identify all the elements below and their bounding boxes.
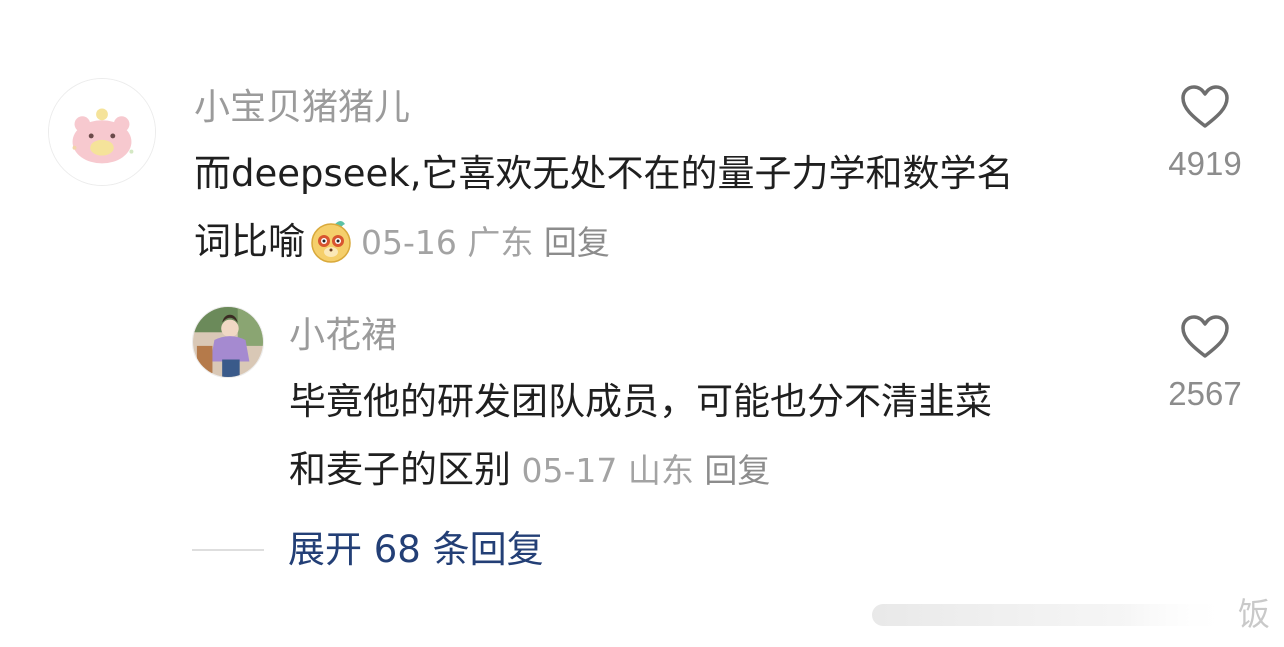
comment-location: 广东 [467, 223, 534, 262]
username[interactable]: 小花裙 [289, 314, 397, 358]
meta-separator [511, 451, 522, 490]
like-button[interactable]: 2567 [1150, 314, 1260, 414]
person-photo-avatar [193, 307, 263, 377]
meta-separator [617, 451, 628, 490]
divider [192, 549, 264, 551]
comment-text: 毕竟他的研发团队成员，可能也分不清韭菜 和麦子的区别 05-17 山东 回复 [289, 368, 1129, 505]
pig-avatar-icon [49, 79, 155, 185]
heart-outline-icon [1181, 85, 1229, 128]
watermark-fade-bar [872, 604, 1232, 626]
comment-date: 05-16 [361, 223, 457, 262]
comment-date: 05-17 [521, 451, 618, 490]
username[interactable]: 小宝贝猪猪儿 [194, 86, 410, 130]
comment-text-line: 词比喻 05-16 广东 回复 [194, 208, 1134, 277]
comment-text-line: 毕竟他的研发团队成员，可能也分不清韭菜 [289, 380, 992, 423]
meta-separator [533, 223, 544, 262]
comment-text-line: 和麦子的区别 05-17 山东 回复 [289, 436, 1129, 505]
reply-button[interactable]: 回复 [544, 223, 610, 262]
watermark-text: 饭 [1237, 595, 1270, 633]
comment-text-tail: 和麦子的区别 [289, 448, 511, 491]
comment-text: 而deepseek,它喜欢无处不在的量子力学和数学名 词比喻 05-16 广东 … [194, 140, 1134, 277]
comment-location: 山东 [627, 451, 694, 490]
expand-replies-button[interactable]: 展开 68 条回复 [288, 522, 544, 578]
like-count: 2567 [1168, 375, 1242, 412]
heart-outline-icon [1181, 315, 1229, 358]
like-count: 4919 [1168, 145, 1242, 182]
avatar[interactable] [48, 78, 156, 186]
comment-text-line: 而deepseek,它喜欢无处不在的量子力学和数学名 [194, 152, 1014, 195]
like-button[interactable]: 4919 [1150, 84, 1260, 184]
monkey-face-emoji-icon [307, 216, 355, 264]
watermark: 饭 [868, 595, 1284, 636]
meta-separator [694, 451, 705, 490]
avatar[interactable] [192, 306, 264, 378]
comment-text-tail: 词比喻 [194, 220, 305, 263]
reply-button[interactable]: 回复 [704, 451, 770, 490]
meta-separator [457, 223, 468, 262]
